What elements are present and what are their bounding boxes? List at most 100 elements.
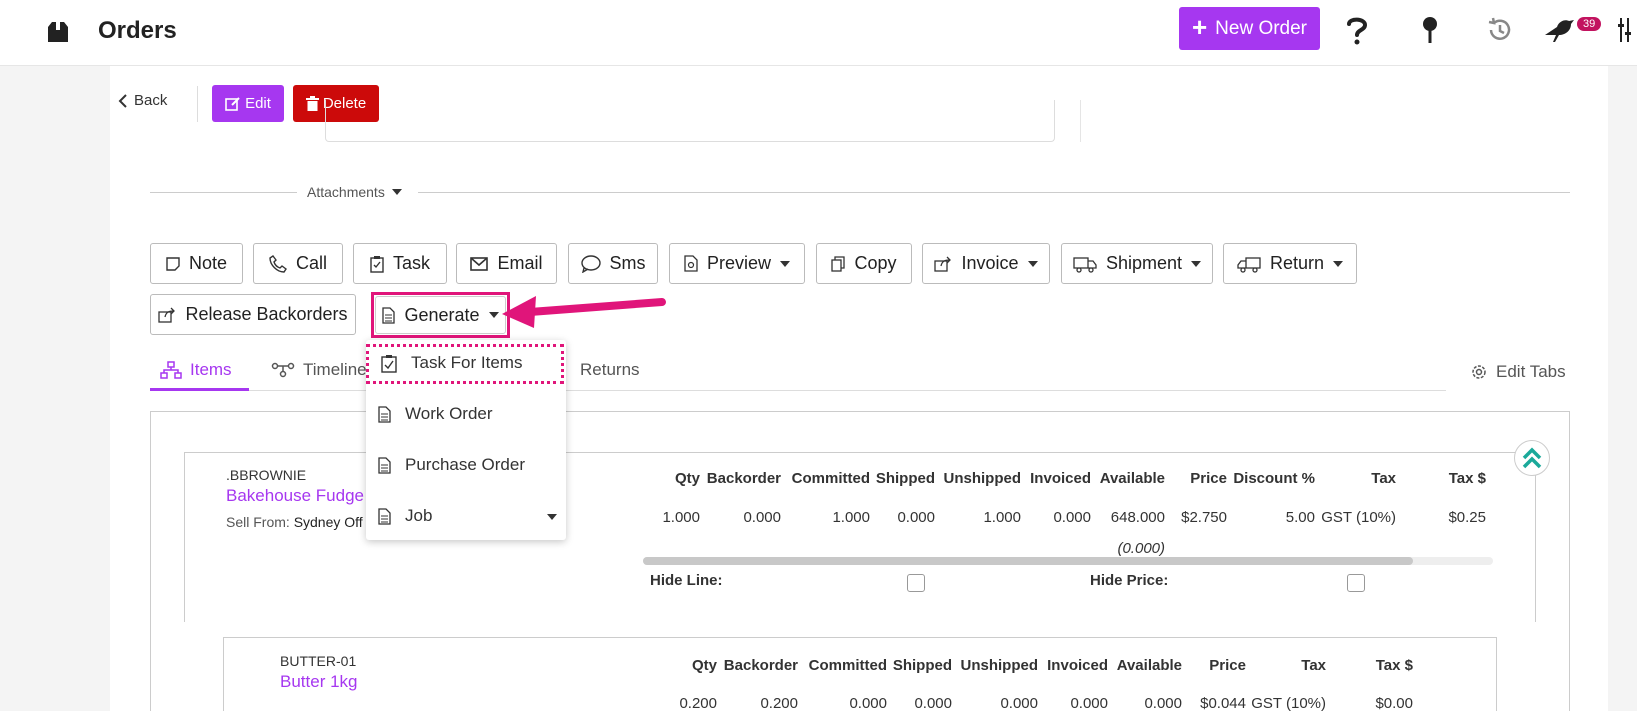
plus-icon: + <box>1191 12 1208 42</box>
column-header: Available <box>1099 470 1165 487</box>
return-dropdown-button[interactable]: Return <box>1223 243 1357 284</box>
column-header: Discount % <box>1233 470 1315 487</box>
highlight-box <box>366 344 564 384</box>
cell-value: 1.000 <box>832 509 870 526</box>
menu-item-job[interactable]: Job <box>366 496 566 536</box>
column-header: Shipped <box>875 470 935 487</box>
tab-timeline[interactable]: Timeline <box>271 360 367 380</box>
location-button[interactable] <box>1412 12 1448 48</box>
note-button[interactable]: Note <box>150 243 243 284</box>
attachments-toggle[interactable]: Attachments <box>307 184 402 200</box>
item-name-link[interactable]: Butter 1kg <box>280 672 358 692</box>
menu-item-label: Purchase Order <box>405 455 525 474</box>
caret-down-icon <box>1027 260 1038 267</box>
notifications-button[interactable] <box>1542 12 1578 48</box>
sms-label: Sms <box>609 253 646 273</box>
cell-value: 0.000 <box>743 509 781 526</box>
call-label: Call <box>295 253 327 273</box>
scroll-top-button[interactable] <box>1514 440 1550 476</box>
email-label: Email <box>497 253 543 273</box>
cell-value: 0.000 <box>914 695 952 711</box>
history-button[interactable] <box>1482 12 1518 48</box>
invoice-dropdown-button[interactable]: Invoice <box>922 243 1050 284</box>
share-icon <box>934 256 952 272</box>
shipment-dropdown-button[interactable]: Shipment <box>1061 243 1213 284</box>
call-button[interactable]: Call <box>253 243 343 284</box>
hide-line-label: Hide Line: <box>650 572 723 589</box>
task-label: Task <box>392 253 430 273</box>
column-header: Qty <box>674 470 700 487</box>
cell-value: 0.000 <box>897 509 935 526</box>
email-button[interactable]: Email <box>456 243 557 284</box>
column-header: Price <box>1209 657 1246 674</box>
task-button[interactable]: Task <box>353 243 447 284</box>
sliders-icon <box>1617 18 1631 42</box>
document-icon <box>378 456 391 474</box>
item-name-link[interactable]: Bakehouse Fudge B <box>226 486 380 506</box>
chevron-double-up-icon <box>1522 447 1542 469</box>
tabs-divider <box>150 390 1446 391</box>
cell-value: 0.000 <box>1053 509 1091 526</box>
hide-price-label: Hide Price: <box>1090 572 1169 589</box>
edit-tabs-label: Edit Tabs <box>1496 362 1566 381</box>
cell-value: 0.200 <box>679 695 717 711</box>
help-button[interactable] <box>1339 12 1375 48</box>
divider <box>1080 100 1081 142</box>
caret-down-icon <box>1191 260 1202 267</box>
divider <box>150 192 297 193</box>
chevron-left-icon <box>118 93 127 108</box>
map-pin-icon <box>1423 17 1437 43</box>
hide-price-checkbox[interactable] <box>1347 574 1365 592</box>
copy-icon <box>831 255 846 272</box>
tab-returns[interactable]: Returns <box>580 360 640 380</box>
caret-down-icon <box>780 260 791 267</box>
timeline-icon <box>271 362 295 378</box>
sell-from-label: Sell From: <box>226 514 290 530</box>
page-title: Orders <box>98 17 177 44</box>
hide-line-checkbox[interactable] <box>907 574 925 592</box>
scrollbar-thumb[interactable] <box>643 557 1413 565</box>
column-header: Tax <box>1301 657 1326 674</box>
item-sku: .BBROWNIE <box>226 467 307 483</box>
menu-item-label: Job <box>405 506 433 525</box>
tab-items[interactable]: Items <box>160 360 232 380</box>
settings-sliders-button[interactable] <box>1612 12 1637 48</box>
column-header: Shipped <box>892 657 952 674</box>
document-search-icon <box>684 255 698 272</box>
menu-item-purchase-order[interactable]: Purchase Order <box>366 445 566 485</box>
cell-value: 0.000 <box>849 695 887 711</box>
cell-value: $0.044 <box>1200 695 1246 711</box>
preview-label: Preview <box>706 253 772 273</box>
cell-value: 0.000 <box>1144 695 1182 711</box>
tab-timeline-label: Timeline <box>303 360 367 379</box>
cell-value: $2.750 <box>1181 509 1227 526</box>
new-order-button[interactable]: + New Order <box>1179 7 1320 50</box>
menu-item-work-order[interactable]: Work Order <box>366 394 566 434</box>
sitemap-icon <box>160 361 182 379</box>
column-header: Tax $ <box>1375 657 1413 674</box>
notification-badge: 39 <box>1577 17 1602 31</box>
back-button[interactable]: Back <box>118 92 167 109</box>
edit-tabs-button[interactable]: Edit Tabs <box>1470 362 1566 382</box>
gear-icon <box>1472 365 1486 379</box>
sms-button[interactable]: Sms <box>568 243 658 284</box>
column-header: Backorder <box>723 657 798 674</box>
crow-icon <box>1545 20 1574 42</box>
column-header: Invoiced <box>1030 470 1091 487</box>
preview-dropdown-button[interactable]: Preview <box>669 243 805 284</box>
copy-button[interactable]: Copy <box>816 243 912 284</box>
release-backorders-button[interactable]: Release Backorders <box>150 294 356 335</box>
release-backorders-label: Release Backorders <box>185 304 348 324</box>
document-icon <box>378 507 391 525</box>
divider <box>418 192 1570 193</box>
text-field-partial[interactable] <box>325 100 1055 142</box>
return-label: Return <box>1269 253 1325 273</box>
cell-value: $0.25 <box>1448 509 1486 526</box>
question-icon <box>1347 17 1368 45</box>
note-icon <box>166 256 180 271</box>
share-icon <box>158 307 176 323</box>
edit-button[interactable]: Edit <box>212 85 284 122</box>
available-sub-value: (0.000) <box>1117 540 1165 557</box>
top-bar: Orders + New Order 39 <box>0 0 1637 66</box>
copy-label: Copy <box>854 253 897 273</box>
